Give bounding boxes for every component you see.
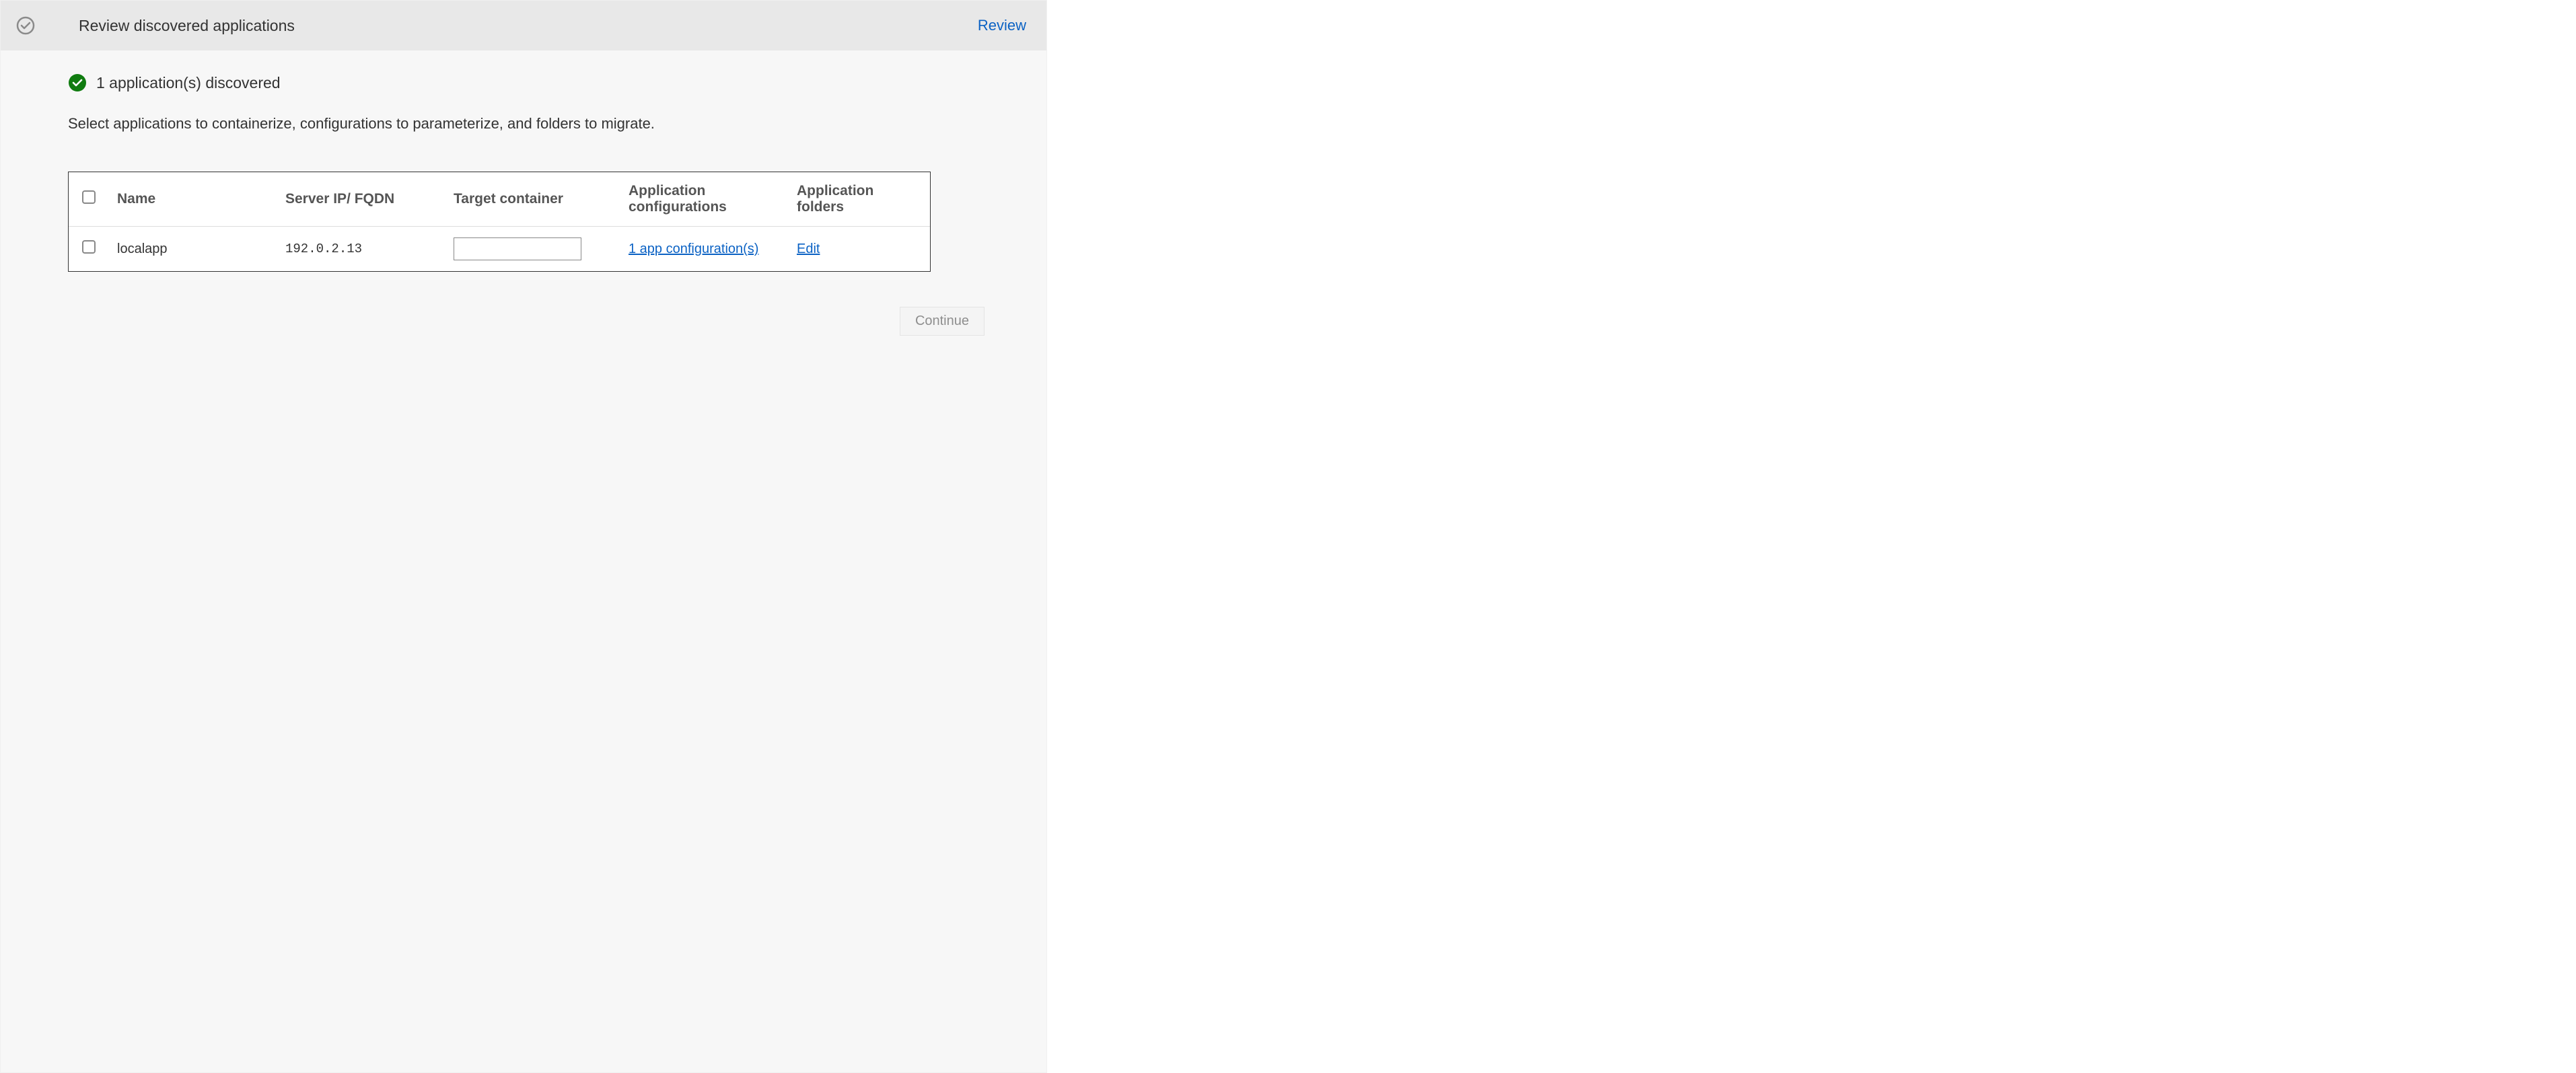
table-row: localapp 192.0.2.13 1 app configuration(… — [69, 227, 930, 272]
target-container-input[interactable] — [454, 237, 581, 260]
panel-content: 1 application(s) discovered Select appli… — [1, 50, 1046, 385]
panel-header: Review discovered applications Review — [1, 1, 1046, 50]
success-check-icon — [68, 73, 87, 92]
col-header-target: Target container — [445, 172, 620, 227]
review-link[interactable]: Review — [978, 17, 1026, 34]
cell-name: localapp — [109, 227, 277, 272]
col-header-server: Server IP/ FQDN — [277, 172, 445, 227]
applications-table: Name Server IP/ FQDN Target container Ap… — [68, 172, 931, 272]
col-header-name: Name — [109, 172, 277, 227]
cell-server: 192.0.2.13 — [277, 227, 445, 272]
continue-button[interactable]: Continue — [900, 307, 985, 336]
status-message: 1 application(s) discovered — [96, 74, 281, 92]
col-header-folders: Application folders — [789, 172, 930, 227]
discovery-status: 1 application(s) discovered — [68, 73, 1005, 92]
instruction-text: Select applications to containerize, con… — [68, 115, 1005, 133]
header-left: Review discovered applications — [15, 15, 295, 36]
panel-title: Review discovered applications — [79, 17, 295, 35]
blank-area — [1047, 0, 2576, 1073]
step-check-icon — [15, 15, 36, 36]
row-checkbox[interactable] — [82, 240, 96, 254]
col-header-config: Application configurations — [620, 172, 789, 227]
select-all-checkbox[interactable] — [82, 190, 96, 204]
panel-footer: Continue — [42, 272, 1005, 365]
app-configurations-link[interactable]: 1 app configuration(s) — [629, 239, 758, 258]
review-panel: Review discovered applications Review 1 … — [0, 0, 1047, 1073]
table-header-row: Name Server IP/ FQDN Target container Ap… — [69, 172, 930, 227]
folders-edit-link[interactable]: Edit — [797, 239, 820, 258]
